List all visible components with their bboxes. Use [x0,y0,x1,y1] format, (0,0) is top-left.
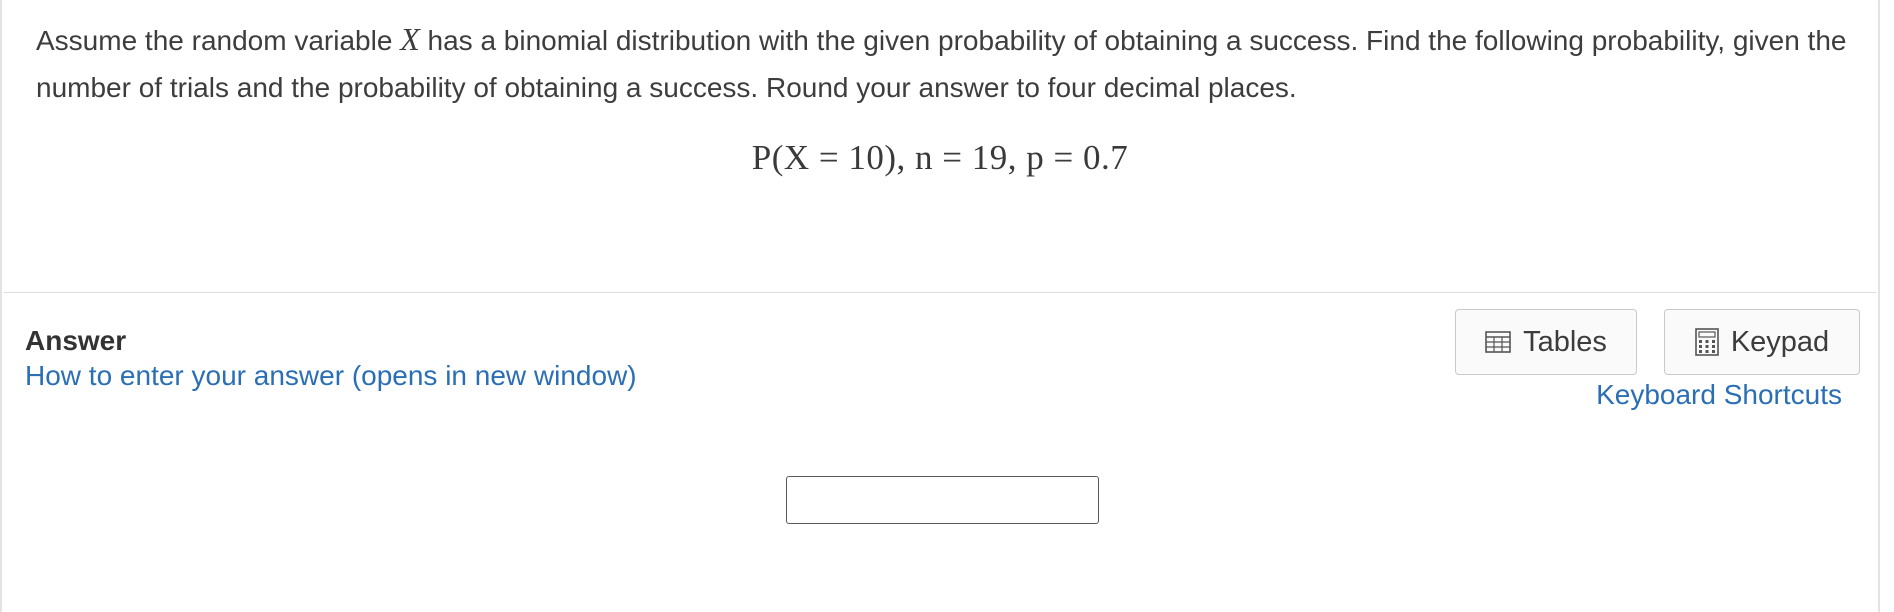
table-grid-icon [1485,331,1511,353]
prompt-text-start: Assume the random variable [36,25,401,56]
random-variable: X [400,21,420,57]
probability-formula: P(X = 10), n = 19, p = 0.7 [751,138,1129,177]
keypad-button[interactable]: Keypad [1664,309,1860,375]
tables-button[interactable]: Tables [1455,309,1637,375]
keyboard-shortcuts-link[interactable]: Keyboard Shortcuts [1596,379,1842,411]
calculator-icon [1695,328,1719,356]
answer-input[interactable] [786,476,1099,524]
question-prompt: Assume the random variable X has a binom… [36,16,1866,111]
question-card: Assume the random variable X has a binom… [0,0,1880,612]
answer-label: Answer [25,325,127,356]
how-to-enter-answer-link[interactable]: How to enter your answer (opens in new w… [25,360,637,392]
tables-button-label: Tables [1523,325,1607,358]
question-section: Assume the random variable X has a binom… [4,0,1876,293]
keypad-button-label: Keypad [1730,325,1830,358]
